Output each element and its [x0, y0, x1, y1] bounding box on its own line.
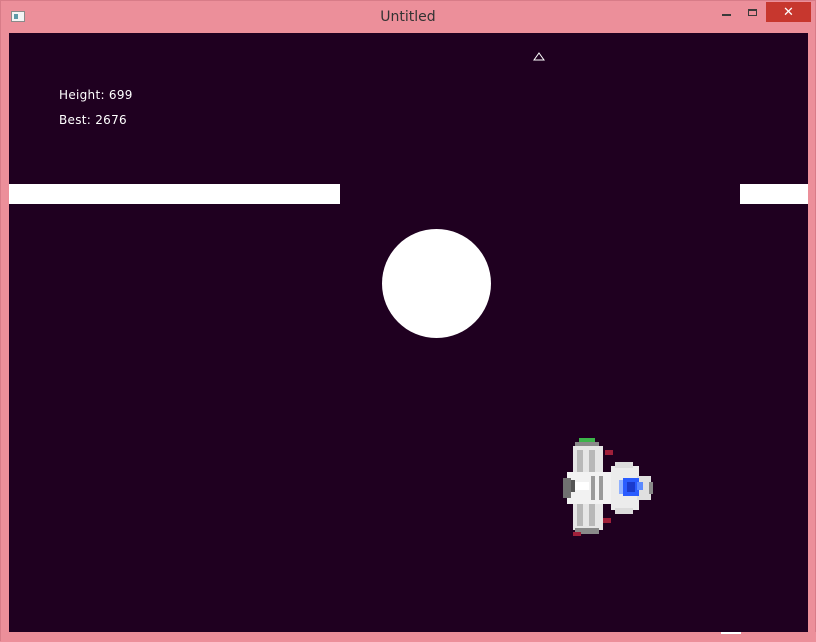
height-readout: Height: 699: [59, 88, 133, 102]
maximize-icon: [747, 8, 757, 16]
close-icon: ✕: [783, 4, 794, 20]
window-title: Untitled: [380, 9, 436, 25]
up-arrow-icon: [533, 52, 545, 61]
game-canvas[interactable]: Height: 699 Best: 2676: [9, 33, 808, 632]
game-window: Untitled ✕ Height: 699 Best: 2676: [0, 0, 816, 642]
spaceship-icon: [563, 438, 653, 536]
minimize-icon: [721, 14, 731, 16]
platform-right: [740, 184, 808, 204]
platform-left: [9, 184, 340, 204]
minimize-button[interactable]: [713, 2, 739, 22]
obstacle-ball: [382, 229, 491, 338]
maximize-button[interactable]: [739, 2, 765, 22]
title-bar[interactable]: Untitled ✕: [1, 1, 815, 32]
bottom-mark: [721, 632, 741, 634]
close-button[interactable]: ✕: [766, 2, 811, 22]
best-score-readout: Best: 2676: [59, 113, 127, 127]
